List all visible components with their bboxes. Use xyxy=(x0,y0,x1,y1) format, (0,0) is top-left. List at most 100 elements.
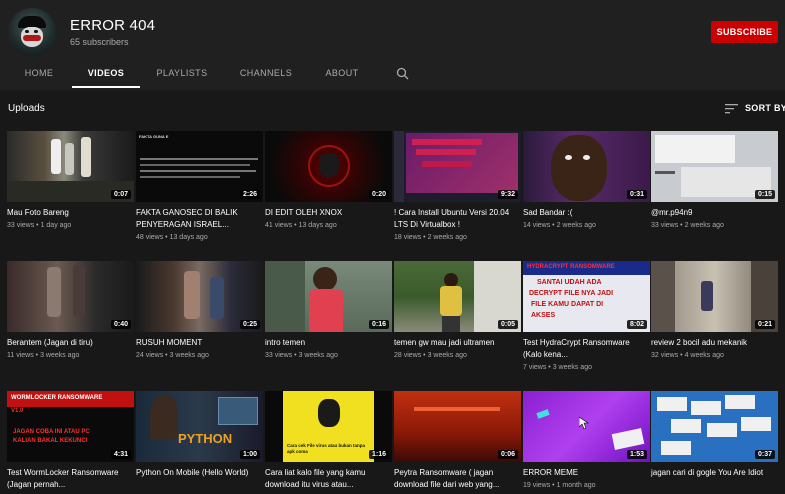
video-card[interactable]: 0:07 Mau Foto Bareng 33 views • 1 day ag… xyxy=(7,131,134,229)
video-thumbnail[interactable]: 1:53 xyxy=(523,391,650,462)
video-title[interactable]: Test WormLocker Ransomware (Jagan pernah… xyxy=(7,467,134,491)
video-meta: 24 views • 3 weeks ago xyxy=(136,352,209,359)
video-title[interactable]: Mau Foto Bareng xyxy=(7,207,134,219)
video-card[interactable]: 9:32 ! Cara Install Ubuntu Versi 20.04 L… xyxy=(394,131,521,241)
video-meta: 28 views • 3 weeks ago xyxy=(394,352,467,359)
tab-videos[interactable]: VIDEOS xyxy=(72,60,140,88)
video-thumbnail[interactable]: 0:21 xyxy=(651,261,778,332)
video-duration: 0:05 xyxy=(497,320,518,329)
video-meta: 33 views • 2 weeks ago xyxy=(651,222,724,229)
video-card[interactable]: FAKTA GUNA E 2:26 FAKTA GANOSEC DI BALIK… xyxy=(136,131,263,241)
video-duration: 0:40 xyxy=(110,320,131,329)
video-thumbnail[interactable]: 0:15 xyxy=(651,131,778,202)
search-icon[interactable] xyxy=(396,67,409,80)
video-card[interactable]: 0:05 temen gw mau jadi ultramen 28 views… xyxy=(394,261,521,359)
video-thumbnail[interactable]: 0:37 xyxy=(651,391,778,462)
video-duration: 0:21 xyxy=(754,320,775,329)
video-duration: 8:02 xyxy=(626,320,647,329)
video-meta: 32 views • 4 weeks ago xyxy=(651,352,724,359)
video-card[interactable]: 1:53 ERROR MEME 19 views • 1 month ago xyxy=(523,391,650,489)
thumbnail-text: PYTHON xyxy=(178,431,233,446)
video-duration: 1:00 xyxy=(239,450,260,459)
video-title[interactable]: Python On Mobile (Hello World) xyxy=(136,467,263,479)
video-meta: 41 views • 13 days ago xyxy=(265,222,337,229)
thumbnail-text: FAKTA GUNA E xyxy=(139,134,169,139)
video-card[interactable]: 0:20 DI EDIT OLEH XNOX 41 views • 13 day… xyxy=(265,131,392,229)
video-title[interactable]: Berantem (Jagan di tiru) xyxy=(7,337,134,349)
tab-playlists[interactable]: PLAYLISTS xyxy=(152,60,212,88)
video-meta: 11 views • 3 weeks ago xyxy=(7,352,80,359)
video-duration: 0:15 xyxy=(754,190,775,199)
subscriber-count: 65 subscribers xyxy=(70,37,129,47)
video-title[interactable]: Peytra Ransomware ( jagan download file … xyxy=(394,467,521,491)
cursor-icon xyxy=(579,417,589,429)
video-duration: 1:16 xyxy=(368,450,389,459)
channel-avatar[interactable] xyxy=(8,8,56,56)
video-card[interactable]: PYTHON 1:00 Python On Mobile (Hello Worl… xyxy=(136,391,263,479)
channel-header: ERROR 404 65 subscribers SUBSCRIBE HOME … xyxy=(0,0,785,90)
video-title[interactable]: temen gw mau jadi ultramen xyxy=(394,337,521,349)
video-card[interactable]: 0:40 Berantem (Jagan di tiru) 11 views •… xyxy=(7,261,134,359)
video-title[interactable]: DI EDIT OLEH XNOX xyxy=(265,207,392,219)
video-meta: 19 views • 1 month ago xyxy=(523,482,596,489)
video-duration: 0:06 xyxy=(497,450,518,459)
video-card[interactable]: WORMLOCKER RANSOMWARE V1.0 JAGAN COBA IN… xyxy=(7,391,134,491)
video-thumbnail[interactable]: 0:20 xyxy=(265,131,392,202)
video-duration: 1:53 xyxy=(626,450,647,459)
video-meta: 7 views • 3 weeks ago xyxy=(523,364,592,371)
video-duration: 4:31 xyxy=(110,450,131,459)
channel-name: ERROR 404 xyxy=(70,17,156,34)
video-thumbnail[interactable]: 0:06 xyxy=(394,391,521,462)
video-card[interactable]: 0:25 RUSUH MOMENT 24 views • 3 weeks ago xyxy=(136,261,263,359)
thumbnail-text: HYDRACRYPT RANSOMWARE xyxy=(527,264,615,270)
video-meta: 14 views • 2 weeks ago xyxy=(523,222,596,229)
video-title[interactable]: jagan cari di gogle You Are Idiot xyxy=(651,467,778,479)
video-thumbnail[interactable]: 0:40 xyxy=(7,261,134,332)
video-duration: 0:20 xyxy=(368,190,389,199)
section-title: Uploads xyxy=(8,103,45,114)
video-title[interactable]: FAKTA GANOSEC DI BALIK PENYERAGAN ISRAEL… xyxy=(136,207,263,231)
video-title[interactable]: review 2 bocil adu mekanik xyxy=(651,337,778,349)
video-card[interactable]: Cara cek File virus atau bukan tanpa apk… xyxy=(265,391,392,491)
video-thumbnail[interactable]: 9:32 xyxy=(394,131,521,202)
video-card[interactable]: HYDRACRYPT RANSOMWARE SANTAI UDAH ADA DE… xyxy=(523,261,650,371)
video-duration: 0:31 xyxy=(626,190,647,199)
tab-channels[interactable]: CHANNELS xyxy=(236,60,296,88)
subscribe-button[interactable]: SUBSCRIBE xyxy=(711,21,778,43)
sort-icon xyxy=(725,104,738,114)
video-thumbnail[interactable]: WORMLOCKER RANSOMWARE V1.0 JAGAN COBA IN… xyxy=(7,391,134,462)
video-thumbnail[interactable]: 0:25 xyxy=(136,261,263,332)
video-thumbnail[interactable]: Cara cek File virus atau bukan tanpa apk… xyxy=(265,391,392,462)
video-title[interactable]: ! Cara Install Ubuntu Versi 20.04 LTS Di… xyxy=(394,207,521,231)
thumbnail-text: Cara cek File virus atau bukan tanpa apk… xyxy=(287,443,366,454)
video-card[interactable]: 0:21 review 2 bocil adu mekanik 32 views… xyxy=(651,261,778,359)
video-duration: 2:26 xyxy=(239,190,260,199)
video-title[interactable]: intro temen xyxy=(265,337,392,349)
tab-home[interactable]: HOME xyxy=(18,60,60,88)
video-duration: 9:32 xyxy=(497,190,518,199)
video-thumbnail[interactable]: 0:16 xyxy=(265,261,392,332)
video-card[interactable]: 0:16 intro temen 33 views • 3 weeks ago xyxy=(265,261,392,359)
video-duration: 0:37 xyxy=(754,450,775,459)
video-card[interactable]: 0:06 Peytra Ransomware ( jagan download … xyxy=(394,391,521,491)
video-thumbnail[interactable]: 0:07 xyxy=(7,131,134,202)
sort-by-label: SORT BY xyxy=(745,103,785,113)
video-thumbnail[interactable]: 0:31 xyxy=(523,131,650,202)
video-card[interactable]: 0:15 @mr.p94n9 33 views • 2 weeks ago xyxy=(651,131,778,229)
video-title[interactable]: @mr.p94n9 xyxy=(651,207,778,219)
video-title[interactable]: Cara liat kalo file yang kamu download i… xyxy=(265,467,392,491)
video-card[interactable]: 0:31 Sad Bandar :( 14 views • 2 weeks ag… xyxy=(523,131,650,229)
video-thumbnail[interactable]: 0:05 xyxy=(394,261,521,332)
video-thumbnail[interactable]: HYDRACRYPT RANSOMWARE SANTAI UDAH ADA DE… xyxy=(523,261,650,332)
video-meta: 48 views • 13 days ago xyxy=(136,234,208,241)
video-thumbnail[interactable]: FAKTA GUNA E 2:26 xyxy=(136,131,263,202)
video-title[interactable]: Test HydraCrypt Ransomware (Kalo kena... xyxy=(523,337,650,361)
video-title[interactable]: Sad Bandar :( xyxy=(523,207,650,219)
channel-tabs: HOME VIDEOS PLAYLISTS CHANNELS ABOUT xyxy=(0,60,785,90)
tab-about[interactable]: ABOUT xyxy=(320,60,364,88)
video-card[interactable]: 0:37 jagan cari di gogle You Are Idiot xyxy=(651,391,778,479)
video-title[interactable]: RUSUH MOMENT xyxy=(136,337,263,349)
video-title[interactable]: ERROR MEME xyxy=(523,467,650,479)
video-meta: 33 views • 1 day ago xyxy=(7,222,72,229)
video-thumbnail[interactable]: PYTHON 1:00 xyxy=(136,391,263,462)
